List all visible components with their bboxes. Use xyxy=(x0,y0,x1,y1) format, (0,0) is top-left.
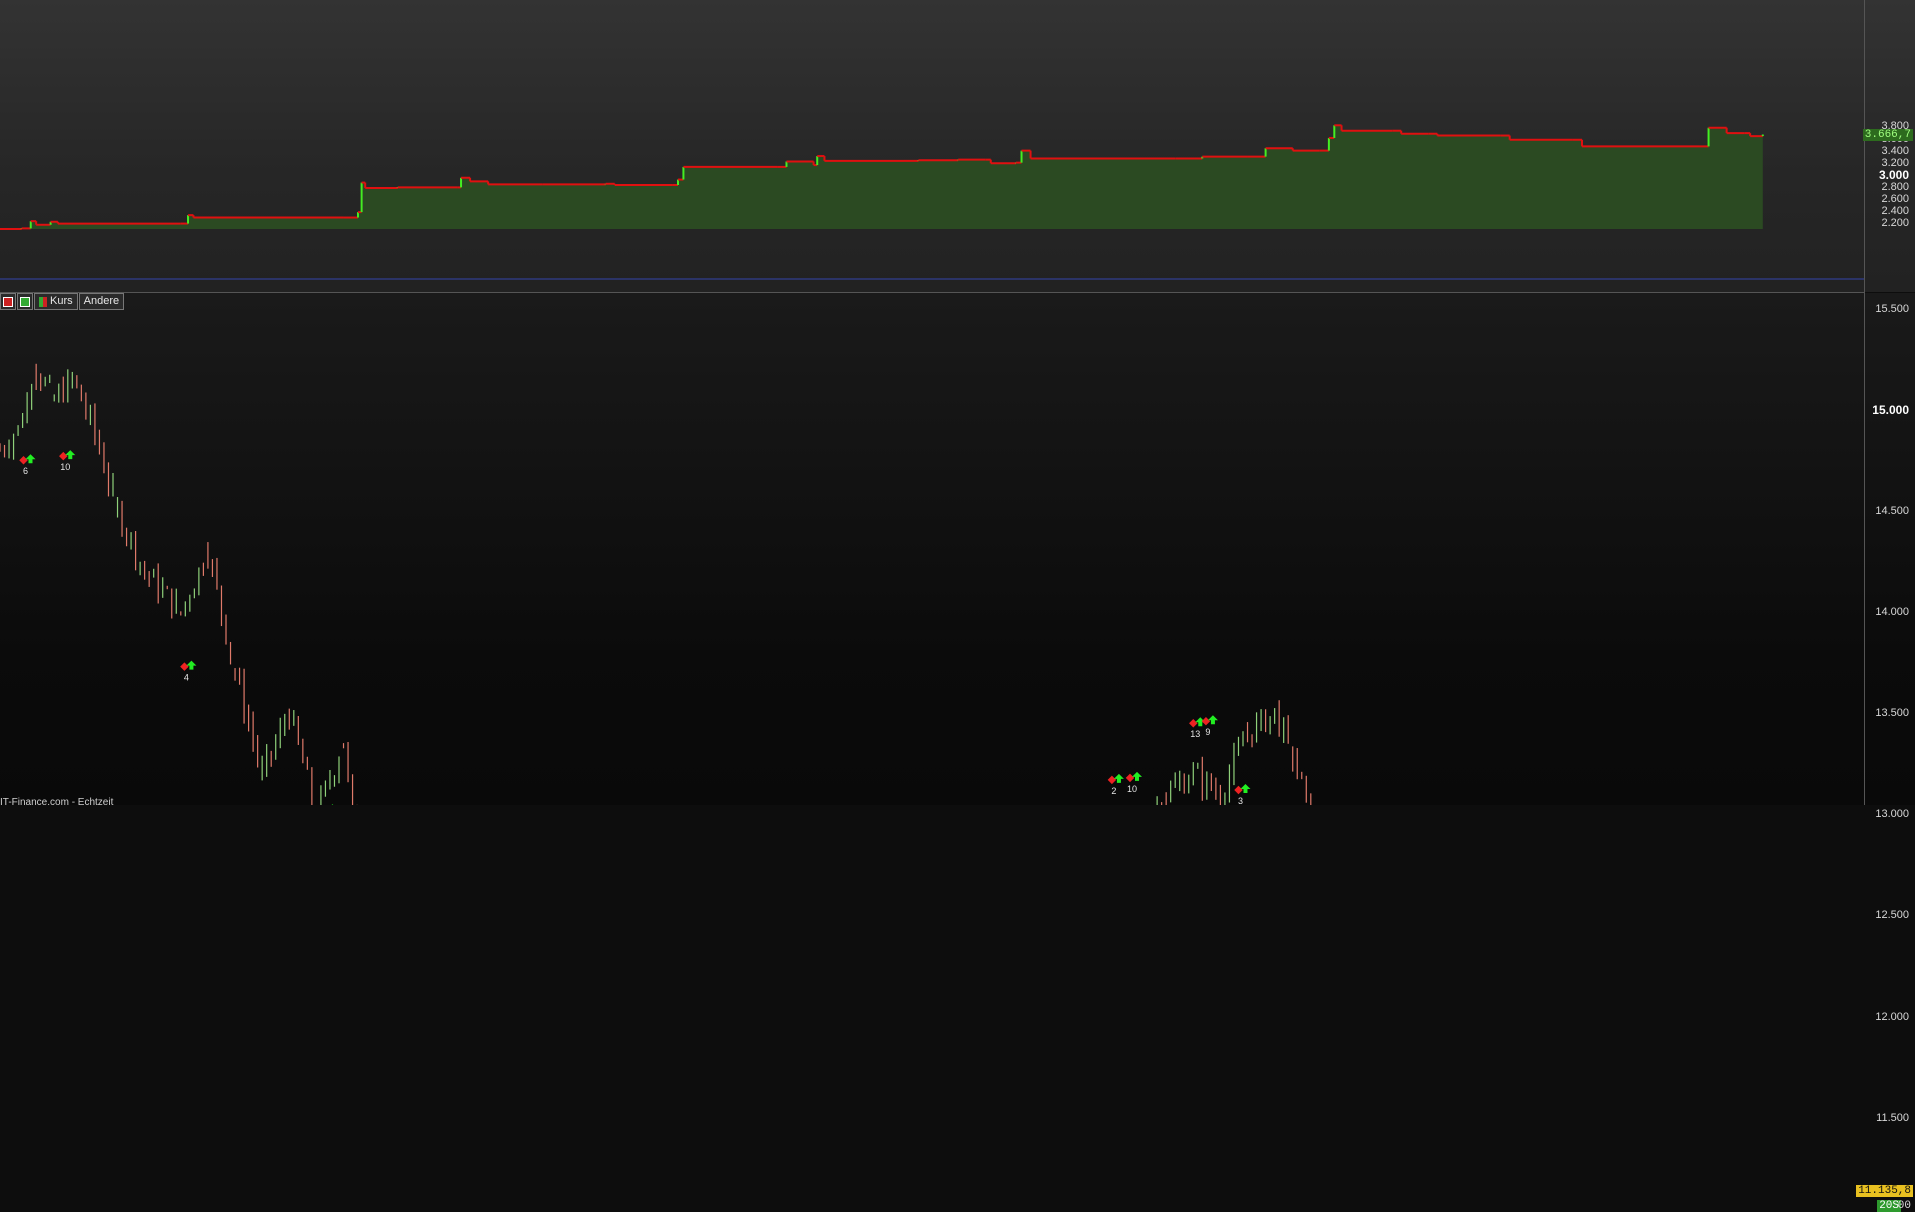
tab-andere-label: Andere xyxy=(83,295,120,307)
tab-kurs-label: Kurs xyxy=(50,295,73,307)
buy-arrow-icon xyxy=(1240,783,1251,793)
timeframe-extra: 00 xyxy=(1897,1200,1911,1212)
tab-kurs[interactable]: Kurs xyxy=(34,293,78,310)
add-chart-icon[interactable] xyxy=(17,293,33,310)
chart-toolbar: Kurs Andere xyxy=(0,293,125,310)
signal-count-label: 2 xyxy=(1111,786,1116,796)
price-axis-tick: 14.000 xyxy=(1875,605,1909,618)
signal-count-label: 3 xyxy=(1238,796,1243,805)
signal-count-label: 10 xyxy=(60,462,70,472)
sell-signal-marker xyxy=(19,455,28,465)
buy-arrow-icon xyxy=(25,454,36,464)
candlestick-chart: 6104228226612222224666210139361026106 xyxy=(0,363,1312,805)
price-axis-tick: 15.500 xyxy=(1875,302,1909,315)
signal-count-label: 6 xyxy=(23,466,28,476)
sell-signal-marker xyxy=(1201,716,1211,726)
data-source-label: IT-Finance.com - Echtzeit xyxy=(0,797,114,808)
signal-count-label: 9 xyxy=(1205,727,1210,737)
price-axis-tick: 13.500 xyxy=(1875,707,1909,720)
signal-count-label: 4 xyxy=(184,673,189,683)
equity-current-value-badge: 3.666,7 xyxy=(1862,128,1913,141)
buy-arrow-icon xyxy=(186,660,197,670)
price-axis-tick: 12.500 xyxy=(1875,909,1909,922)
sell-signal-marker xyxy=(1125,773,1135,783)
equity-axis-tick: 3.000 xyxy=(1878,167,1909,182)
sell-signal-marker xyxy=(1107,775,1117,785)
equity-axis-tick: 2.200 xyxy=(1881,216,1909,229)
price-chart-panel: 6104228226612222224666210139361026106 15… xyxy=(0,293,1915,1212)
price-axis-tick: 11.500 xyxy=(1876,1111,1909,1124)
price-axis-tick: 13.000 xyxy=(1875,808,1909,821)
sell-signal-marker xyxy=(180,662,189,671)
current-price-badge: 11.135,8 xyxy=(1856,1185,1913,1198)
signal-count-label: 10 xyxy=(1127,784,1137,794)
sell-signal-marker xyxy=(1234,785,1243,795)
price-axis: 15.500 15.000 14.500 14.000 13.500 13.000 12.5… xyxy=(1856,293,1915,1212)
delete-chart-icon[interactable] xyxy=(0,293,16,310)
tab-andere[interactable]: Andere xyxy=(78,293,125,310)
price-axis-tick: 12.000 xyxy=(1875,1010,1909,1023)
buy-arrow-icon xyxy=(1132,771,1142,781)
equity-price-axis: 3.8003.6003.4003.2003.0002.8002.6002.400… xyxy=(1862,0,1915,292)
sell-signal-marker xyxy=(1189,718,1198,728)
price-axis-tick: 14.500 xyxy=(1875,504,1909,517)
buy-arrow-icon xyxy=(1113,773,1124,783)
equity-curve-panel: 3.8003.6003.4003.2003.0002.8002.6002.400… xyxy=(0,0,1915,292)
equity-fill-area xyxy=(0,125,1763,229)
equity-axis-tick: 3.400 xyxy=(1881,144,1909,157)
equity-axis-tick: 2.400 xyxy=(1881,204,1909,217)
sell-signal-marker xyxy=(59,451,68,461)
price-axis-tick: 15.000 xyxy=(1872,402,1909,417)
signal-count-label: 13 xyxy=(1190,729,1200,739)
buy-arrow-icon xyxy=(1207,715,1218,725)
equity-axis-tick: 2.600 xyxy=(1881,192,1909,205)
equity-axis-tick: 2.800 xyxy=(1881,180,1909,193)
equity-curve-chart xyxy=(0,124,1865,280)
buy-arrow-icon xyxy=(65,450,76,460)
